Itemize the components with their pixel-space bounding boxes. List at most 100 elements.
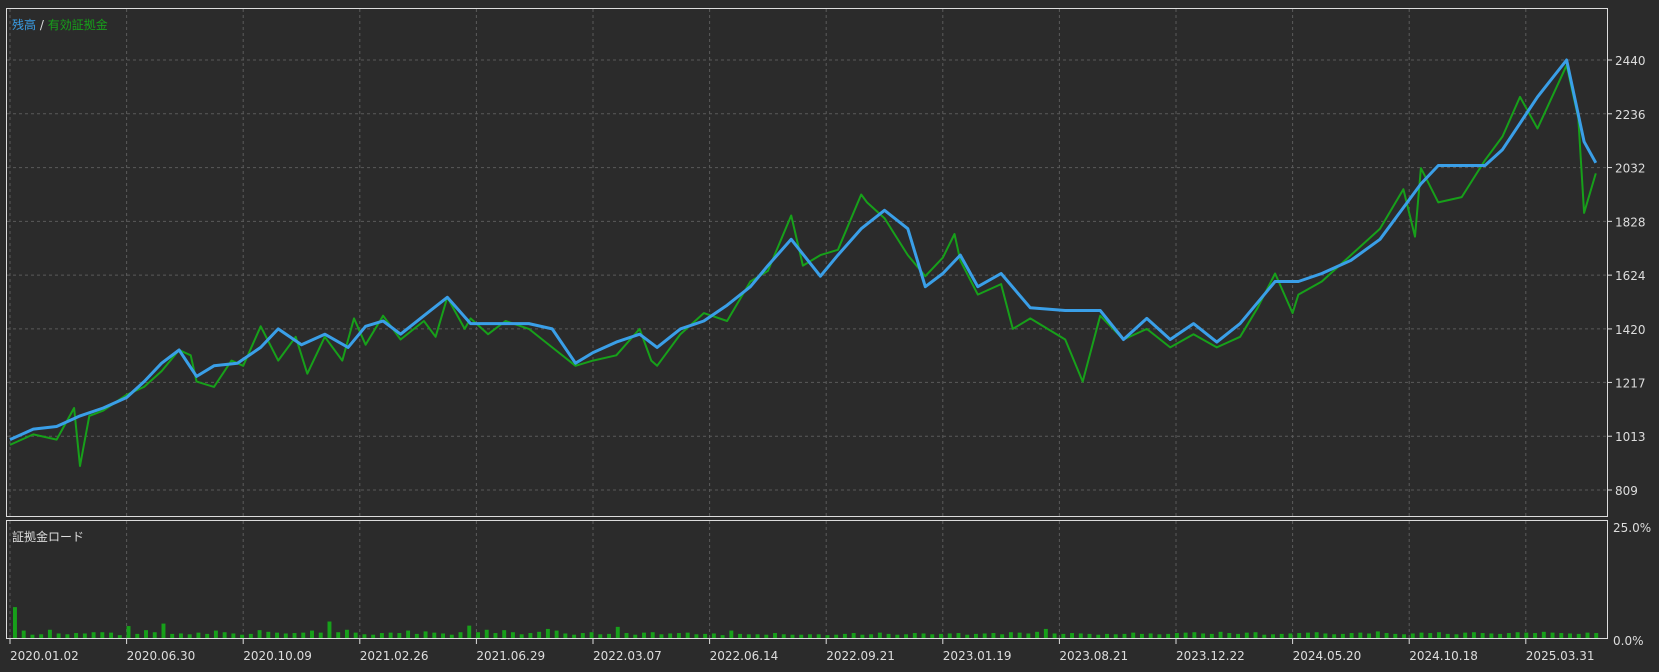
margin-bar	[764, 634, 769, 638]
margin-bar	[283, 633, 288, 638]
margin-bar	[1305, 632, 1310, 638]
margin-bar	[1166, 633, 1171, 638]
margin-bar	[668, 633, 673, 638]
margin-bar	[939, 633, 943, 638]
margin-panel-title: 証拠金ロード	[12, 529, 84, 544]
margin-bar	[327, 621, 332, 638]
margin-bar	[397, 633, 402, 638]
margin-bar	[1105, 633, 1109, 638]
margin-bar	[1192, 632, 1197, 638]
margin-bar	[1262, 634, 1267, 638]
margin-bar	[1078, 633, 1083, 638]
margin-bar	[1428, 633, 1433, 638]
margin-bar	[1139, 633, 1144, 638]
margin-y-tick-label: 0.0%	[1613, 634, 1644, 648]
margin-bar	[91, 632, 96, 638]
margin-bar	[642, 632, 646, 638]
margin-bar	[563, 633, 568, 638]
margin-bar	[117, 635, 122, 638]
margin-bar	[545, 628, 550, 638]
x-tick-label: 2023.01.19	[943, 649, 1012, 663]
legend-equity: 有効証拠金	[48, 17, 108, 32]
x-tick-label: 2021.02.26	[360, 649, 429, 663]
y-tick-label: 809	[1615, 484, 1638, 498]
legend: 残高 / 有効証拠金	[12, 17, 108, 32]
chart-svg: 2440 2236 2032 1828 1624 1420 1217 1013 809 25.0%…	[0, 0, 1659, 668]
margin-bar	[1183, 632, 1188, 638]
legend-separator: /	[36, 18, 48, 32]
margin-y-tick-label: 25.0%	[1613, 521, 1651, 535]
margin-bar	[205, 633, 210, 638]
margin-bar	[1585, 632, 1590, 638]
y-tick-label: 1624	[1615, 269, 1646, 283]
margin-bar	[82, 633, 87, 638]
margin-bar	[196, 632, 201, 638]
margin-bar	[353, 632, 358, 638]
margin-bar	[222, 632, 227, 638]
margin-bar	[39, 634, 44, 638]
margin-bar	[851, 633, 856, 638]
margin-bar	[414, 633, 419, 638]
margin-bar	[484, 629, 489, 638]
margin-bar	[1157, 634, 1162, 638]
x-tick-label: 2023.12.22	[1176, 649, 1245, 663]
margin-bar	[266, 631, 271, 638]
x-tick-label: 2022.09.21	[826, 649, 895, 663]
margin-bar	[1541, 631, 1546, 638]
margin-bar	[1297, 633, 1302, 638]
margin-bar	[336, 632, 341, 638]
margin-bar	[1253, 632, 1258, 638]
margin-bar	[1209, 633, 1214, 638]
margin-bar	[371, 634, 376, 638]
margin-bar	[528, 633, 533, 638]
margin-bar	[694, 634, 699, 638]
margin-bar	[1367, 633, 1372, 638]
margin-bar	[1332, 634, 1337, 638]
margin-bar	[799, 634, 804, 638]
margin-bar	[310, 630, 314, 638]
margin-bar	[1122, 633, 1127, 638]
margin-bar	[1279, 633, 1284, 638]
margin-bar	[930, 634, 935, 638]
margin-bar	[56, 633, 61, 638]
margin-bar	[1515, 632, 1520, 638]
margin-bar	[703, 633, 708, 638]
margin-bar	[886, 633, 891, 638]
margin-bar	[30, 634, 35, 638]
margin-bar	[292, 633, 297, 638]
margin-bar	[991, 633, 996, 638]
margin-bar	[1227, 633, 1232, 638]
margin-bar	[1498, 633, 1503, 638]
margin-bar	[47, 629, 52, 638]
margin-bar	[808, 634, 812, 638]
margin-bar	[781, 634, 786, 638]
margin-bar	[432, 632, 437, 638]
margin-bar	[1288, 633, 1293, 638]
margin-bar	[1096, 634, 1101, 638]
x-tick-label: 2022.03.07	[593, 649, 662, 663]
margin-bar	[895, 634, 900, 638]
margin-bar	[1017, 632, 1022, 638]
margin-bar	[362, 634, 367, 638]
x-tick-label: 2020.06.30	[127, 649, 196, 663]
margin-bar	[1402, 634, 1406, 638]
margin-bar	[1323, 633, 1328, 638]
margin-bar	[921, 633, 926, 638]
margin-bar	[1061, 633, 1066, 638]
margin-bar	[816, 634, 821, 638]
margin-bar	[248, 633, 253, 638]
margin-bar	[580, 633, 585, 638]
y-tick-label: 1013	[1615, 430, 1646, 444]
y-tick-label: 2440	[1615, 54, 1646, 68]
margin-bar	[869, 634, 874, 638]
background	[0, 0, 1659, 668]
margin-bar	[458, 632, 463, 638]
margin-bar	[449, 634, 454, 638]
margin-bar	[318, 632, 323, 638]
margin-bar	[275, 632, 280, 638]
margin-bar	[467, 625, 472, 638]
margin-bar	[1471, 632, 1476, 638]
margin-bar	[423, 631, 428, 638]
legend-balance: 残高	[12, 17, 36, 32]
x-tick-label: 2024.10.18	[1409, 649, 1478, 663]
